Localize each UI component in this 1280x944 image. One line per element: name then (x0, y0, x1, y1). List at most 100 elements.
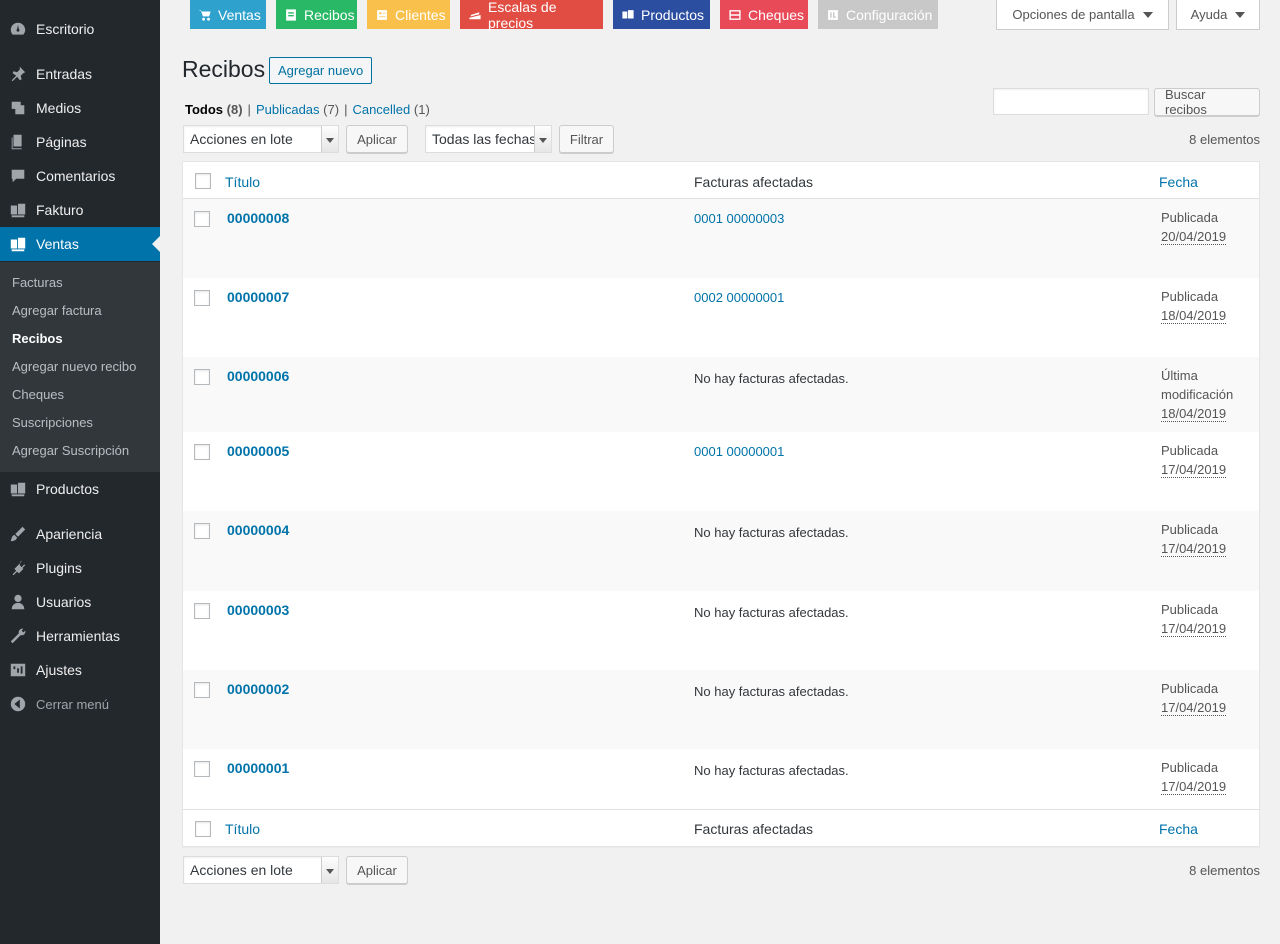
select-all-checkbox[interactable] (195, 173, 211, 189)
post-date: 18/04/2019 (1161, 308, 1227, 324)
view-cancelled-link[interactable]: Cancelled (1) (352, 102, 429, 117)
select-all-checkbox[interactable] (195, 821, 211, 837)
topnav-products-button[interactable]: Productos (613, 0, 710, 29)
tools-icon (0, 627, 36, 645)
column-title-sort[interactable]: Título (225, 174, 260, 190)
table-footer: Título Facturas afectadas Fecha (183, 809, 1259, 846)
bulk-actions-value: Acciones en lote (190, 862, 293, 878)
topnav-cart-button[interactable]: Ventas (190, 0, 266, 29)
post-date: 18/04/2019 (1161, 406, 1227, 422)
invoice-link[interactable]: 0001 00000003 (694, 211, 784, 226)
receipt-title-link[interactable]: 00000002 (227, 681, 289, 697)
date-filter-select[interactable]: Todas las fechas (425, 125, 552, 153)
menu-item-pages[interactable]: Páginas (0, 125, 160, 159)
column-date-sort[interactable]: Fecha (1159, 174, 1198, 190)
menu-item-settings[interactable]: Ajustes (0, 653, 160, 687)
menu-item-collapse[interactable]: Cerrar menú (0, 687, 160, 721)
column-date-sort[interactable]: Fecha (1159, 821, 1198, 837)
topnav-price-scales-button[interactable]: Escalas de precios (460, 0, 603, 31)
search-input[interactable] (993, 88, 1149, 115)
submenu-item[interactable]: Agregar Suscripción (12, 443, 129, 458)
row-checkbox[interactable] (194, 761, 210, 777)
view-published-link[interactable]: Publicadas (7) (256, 102, 339, 117)
menu-item-label: Apariencia (36, 526, 103, 542)
menu-item-label: Plugins (36, 560, 82, 576)
page-title: Recibos (182, 56, 266, 82)
caret-down-icon (1142, 11, 1153, 18)
apply-button-bottom[interactable]: Aplicar (346, 856, 408, 884)
topnav-label: Ventas (218, 6, 261, 23)
menu-item-pin[interactable]: Entradas (0, 57, 160, 91)
topnav-receipt-button[interactable]: Recibos (276, 0, 357, 29)
row-checkbox[interactable] (194, 211, 210, 227)
menu-item-tools[interactable]: Herramientas (0, 619, 160, 653)
topnav-label: Cheques (748, 6, 805, 23)
cart-icon (198, 8, 218, 22)
search-button[interactable]: Buscar recibos (1154, 87, 1260, 117)
receipt-title-link[interactable]: 00000008 (227, 210, 289, 226)
invoice-link[interactable]: 0001 00000001 (694, 444, 784, 459)
receipt-title-link[interactable]: 00000007 (227, 289, 289, 305)
receipt-title-link[interactable]: 00000003 (227, 602, 289, 618)
receipt-title-link[interactable]: 00000004 (227, 522, 289, 538)
config-icon (826, 8, 846, 22)
row-checkbox[interactable] (194, 523, 210, 539)
menu-item-plugins[interactable]: Plugins (0, 551, 160, 585)
submenu-item[interactable]: Cheques (12, 387, 64, 402)
menu-item-label: Fakturo (36, 202, 84, 218)
submenu-item[interactable]: Suscripciones (12, 415, 93, 430)
menu-item-comments[interactable]: Comentarios (0, 159, 160, 193)
table-row: 00000008 0001 00000003 Publicada 20/04/2019 (183, 199, 1259, 278)
topnav-clients-button[interactable]: Clientes (367, 0, 450, 29)
date-cell: Publicada 17/04/2019 (1161, 758, 1256, 796)
apply-button[interactable]: Aplicar (346, 125, 408, 153)
view-published-label: Publicadas (255, 102, 320, 117)
receipt-title-link[interactable]: 00000001 (227, 760, 289, 776)
submenu-item[interactable]: Facturas (12, 275, 63, 290)
topnav-config-button[interactable]: Configuración (818, 0, 938, 29)
view-cancelled-label: Cancelled (352, 102, 411, 117)
menu-item-appearance[interactable]: Apariencia (0, 517, 160, 551)
table-row: 00000001 No hay facturas afectadas. Public… (183, 749, 1259, 809)
row-checkbox[interactable] (194, 603, 210, 619)
post-status: Publicada (1161, 602, 1219, 617)
menu-item-products[interactable]: Productos (0, 472, 160, 506)
submenu-item[interactable]: Recibos (12, 331, 63, 346)
topnav-label: Productos (641, 6, 705, 23)
filter-button[interactable]: Filtrar (559, 125, 614, 153)
column-title-sort[interactable]: Título (225, 821, 260, 837)
row-checkbox[interactable] (194, 682, 210, 698)
products-icon (0, 480, 36, 498)
menu-item-dashboard[interactable]: Escritorio (0, 12, 160, 46)
receipt-title-link[interactable]: 00000005 (227, 443, 289, 459)
receipt-title-link[interactable]: 00000006 (227, 368, 289, 384)
bulk-actions-select-bottom[interactable]: Acciones en lote (183, 856, 339, 884)
screen-options-label: Opciones de pantalla (1012, 7, 1135, 22)
row-checkbox[interactable] (194, 444, 210, 460)
bulk-actions-select[interactable]: Acciones en lote (183, 125, 339, 153)
topnav-checks-button[interactable]: Cheques (720, 0, 808, 29)
add-new-button[interactable]: Agregar nuevo (269, 57, 373, 84)
menu-item-fakturo[interactable]: Fakturo (0, 193, 160, 227)
screen-options-button[interactable]: Opciones de pantalla (996, 0, 1169, 30)
post-date: 17/04/2019 (1161, 462, 1227, 478)
topnav-label: Recibos (304, 6, 355, 23)
help-button[interactable]: Ayuda (1176, 0, 1260, 30)
submenu-item[interactable]: Agregar nuevo recibo (12, 359, 136, 374)
menu-item-label: Escritorio (36, 21, 95, 37)
row-checkbox[interactable] (194, 369, 210, 385)
post-date: 17/04/2019 (1161, 700, 1227, 716)
view-all-link[interactable]: Todos (8) (185, 102, 243, 117)
fakturo-icon (0, 201, 36, 219)
invoice-link[interactable]: 0002 00000001 (694, 290, 784, 305)
submenu-item[interactable]: Agregar factura (12, 303, 102, 318)
checks-icon (728, 8, 748, 22)
menu-item-media[interactable]: Medios (0, 91, 160, 125)
row-checkbox[interactable] (194, 290, 210, 306)
items-count: 8 elementos (1189, 132, 1260, 147)
menu-item-users[interactable]: Usuarios (0, 585, 160, 619)
table-row: 00000002 No hay facturas afectadas. Public… (183, 670, 1259, 749)
date-cell: Publicada 17/04/2019 (1161, 679, 1256, 717)
items-count: 8 elementos (1189, 863, 1260, 878)
menu-item-ventas[interactable]: Ventas (0, 227, 160, 261)
